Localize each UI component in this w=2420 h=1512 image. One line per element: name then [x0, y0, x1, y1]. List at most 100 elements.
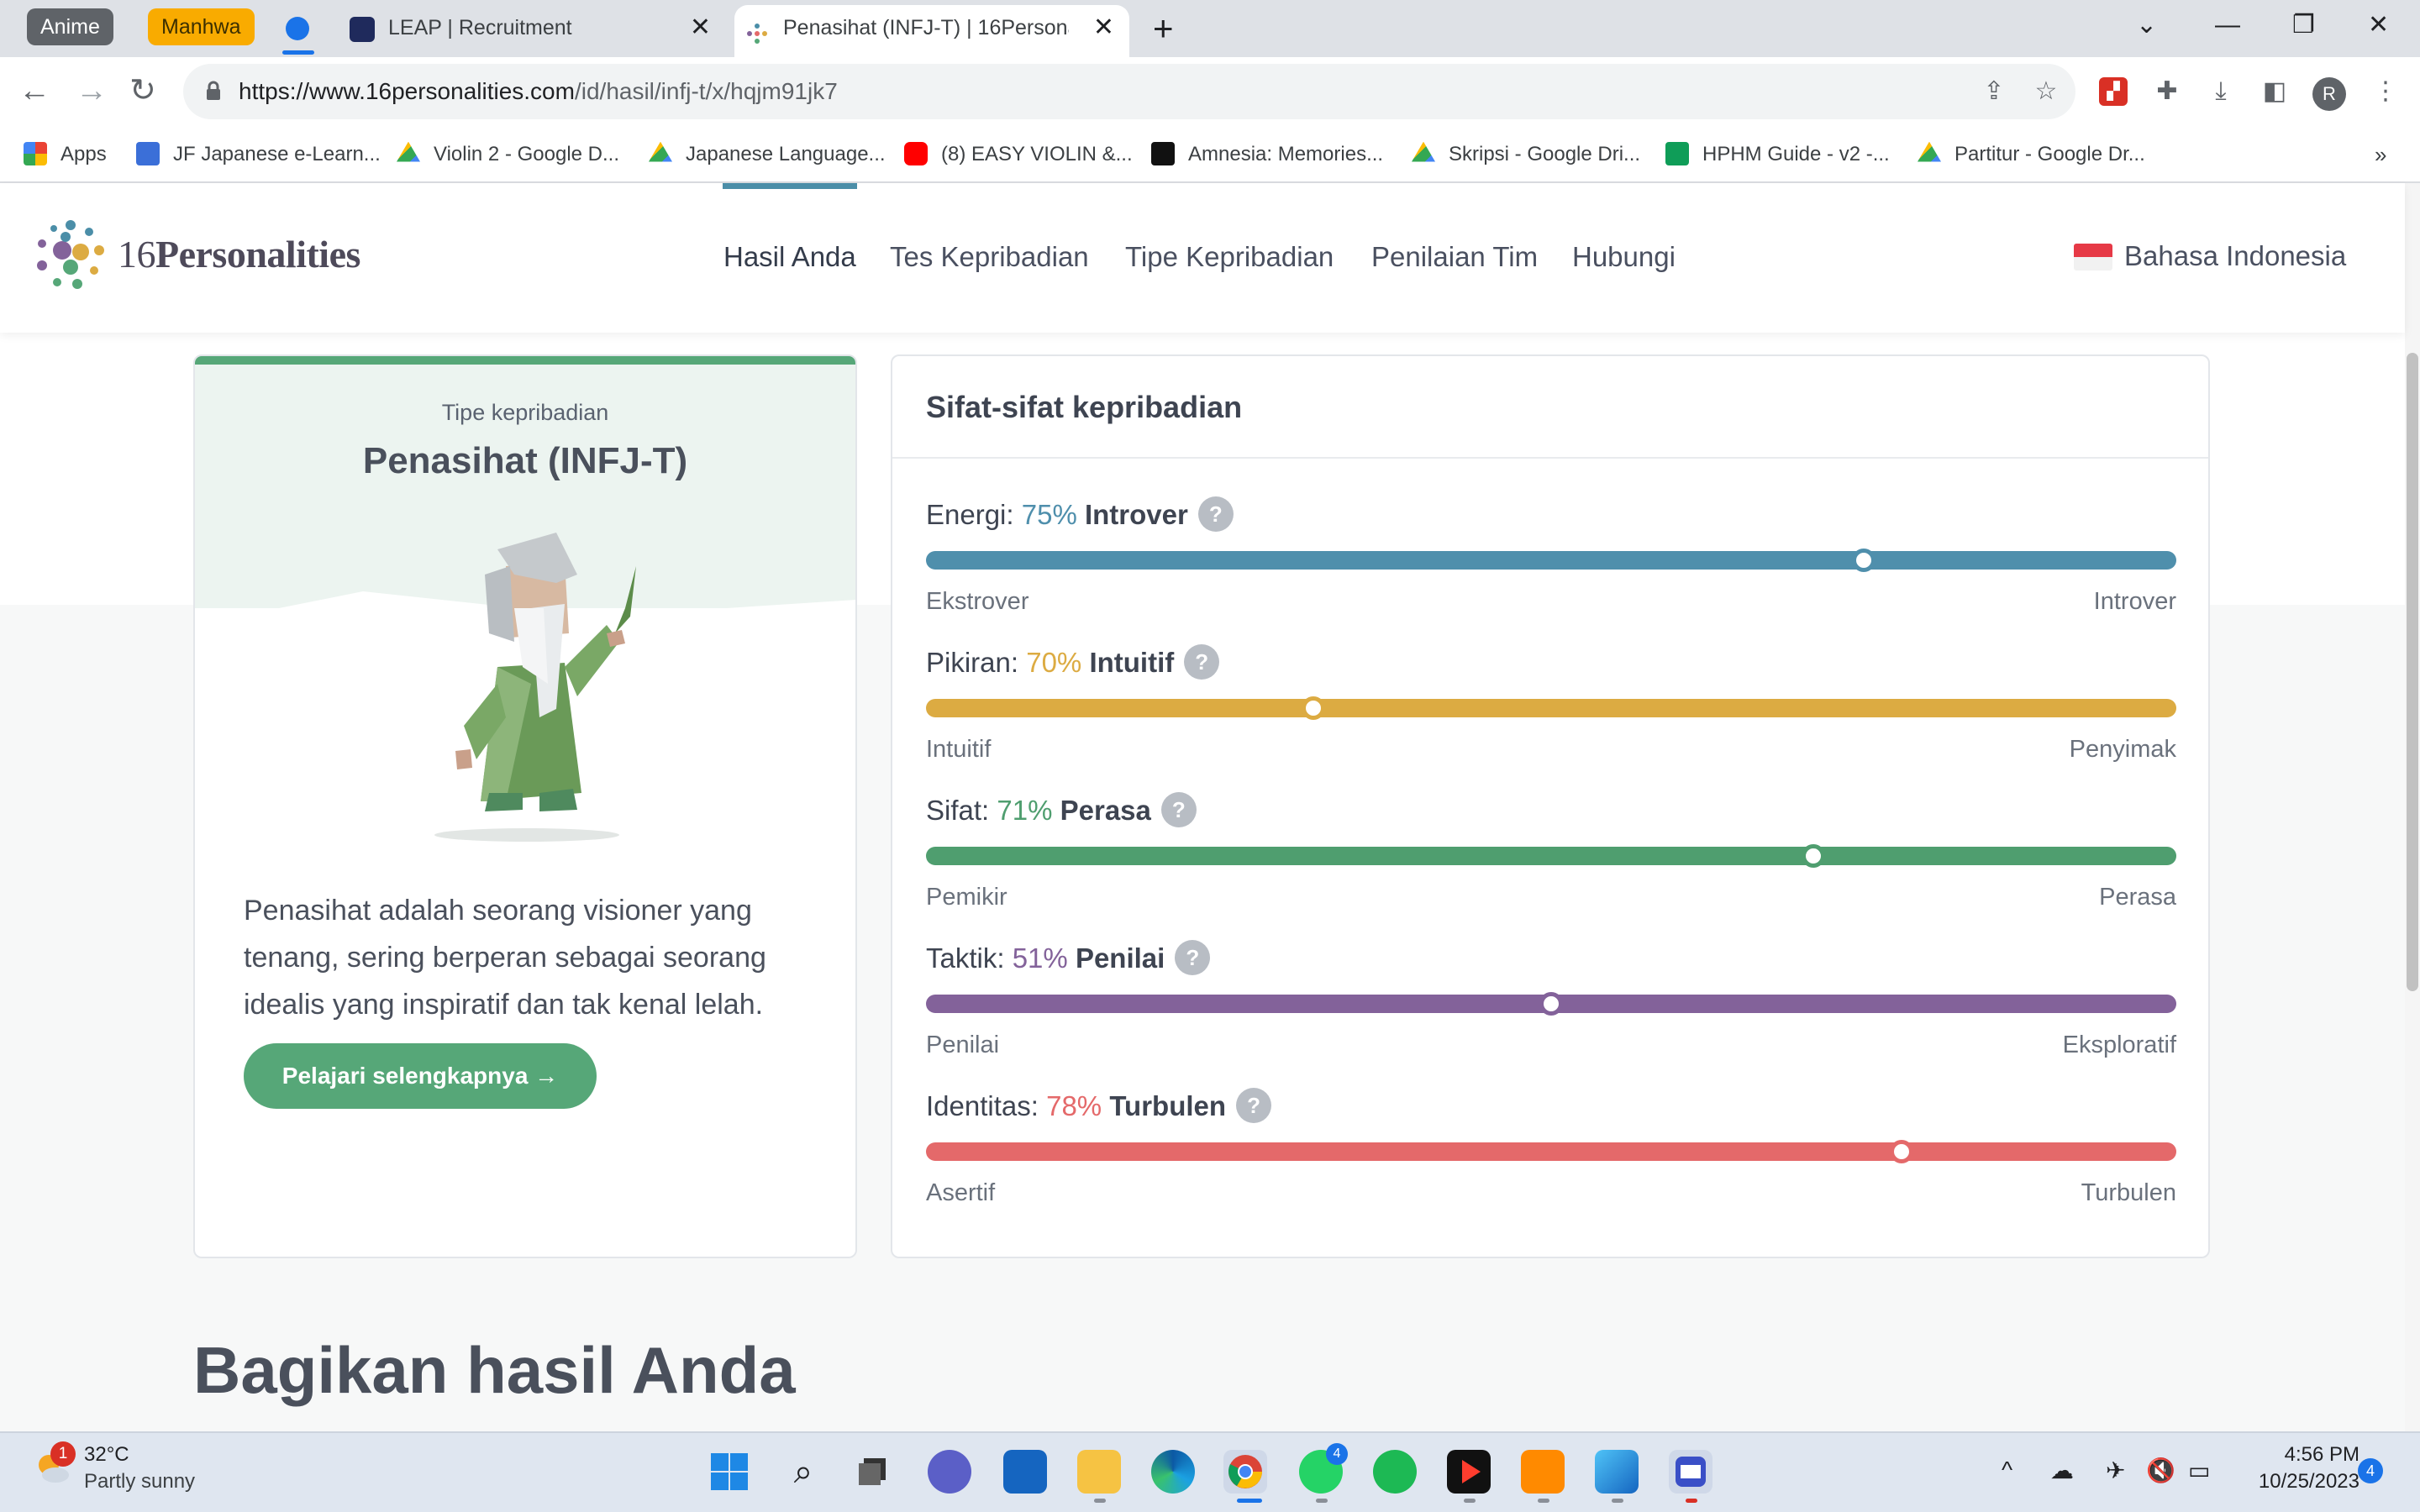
volume-muted-icon[interactable]: 🔇	[2146, 1457, 2175, 1484]
url-text[interactable]: https://www.16personalities.com/id/hasil…	[239, 76, 838, 108]
minimize-icon[interactable]: —	[2215, 7, 2240, 44]
task-view-icon[interactable]	[852, 1450, 896, 1494]
taskbar-running-indicator	[1316, 1499, 1328, 1503]
help-icon[interactable]: ?	[1184, 644, 1220, 680]
window-close-icon[interactable]: ✕	[2368, 7, 2389, 44]
chrome-taskbar-button[interactable]	[1223, 1450, 1267, 1494]
trait-left-pole: Pemikir	[926, 884, 1007, 911]
bookmark-apps[interactable]: Apps	[24, 138, 107, 171]
traits-title: Sifat-sifat kepribadian	[926, 390, 1243, 424]
battery-icon[interactable]: ▭	[2188, 1457, 2210, 1484]
weather-temp[interactable]: 32°C	[84, 1443, 129, 1467]
help-icon[interactable]: ?	[1197, 496, 1234, 533]
nav-tes-kepribadian[interactable]: Tes Kepribadian	[890, 240, 1089, 274]
bookmark-jf-japanese[interactable]: JF Japanese e-Learn...	[136, 138, 381, 171]
trait-nature: Sifat: 71% Perasa? Pemikir Perasa	[926, 792, 2176, 942]
tab-search-icon[interactable]: ⌄	[2136, 7, 2157, 44]
tab-group-dot[interactable]	[286, 17, 309, 40]
taskbar-running-indicator	[1464, 1499, 1476, 1503]
profile-avatar[interactable]: R	[2312, 77, 2346, 111]
snipping-tool-icon[interactable]	[1669, 1450, 1712, 1494]
type-label: Tipe kepribadian	[441, 400, 609, 425]
microsoft-store-icon[interactable]	[1003, 1450, 1047, 1494]
type-name: Penasihat (INFJ-T)	[362, 440, 688, 481]
site-logo-text[interactable]: 16Personalities	[118, 232, 360, 276]
trait-right-pole: Introver	[2093, 588, 2176, 615]
bookmark-japanese-language[interactable]: Japanese Language...	[649, 138, 886, 171]
indonesia-flag-icon[interactable]	[2074, 244, 2112, 270]
tab-16personalities[interactable]: Penasihat (INFJ-T) | 16Personalities ✕	[734, 5, 1129, 57]
tab-close-icon[interactable]: ✕	[1093, 5, 1114, 50]
taskbar-active-indicator	[1237, 1499, 1262, 1503]
photos-icon[interactable]	[1595, 1450, 1639, 1494]
nav-hasil-anda[interactable]: Hasil Anda	[723, 240, 856, 274]
weather-desc[interactable]: Partly sunny	[84, 1470, 195, 1494]
back-icon[interactable]: ←	[18, 72, 50, 109]
leap-favicon-icon	[350, 17, 375, 42]
trait-label: Sifat: 71% Perasa?	[926, 792, 1197, 830]
trait-percent: 71%	[997, 795, 1053, 826]
nav-penilaian-tim[interactable]: Penilaian Tim	[1371, 240, 1538, 274]
reload-icon[interactable]: ↻	[129, 72, 156, 109]
new-tab-button[interactable]: +	[1153, 10, 1174, 47]
trait-bar	[926, 1142, 2176, 1161]
trait-mind: Pikiran: 70% Intuitif? Intuitif Penyimak	[926, 644, 2176, 795]
edge-icon[interactable]	[1151, 1450, 1195, 1494]
notifications-badge[interactable]: 4	[2358, 1458, 2383, 1483]
trait-slider-knob[interactable]	[1539, 992, 1563, 1016]
help-icon[interactable]: ?	[1175, 940, 1211, 976]
lock-icon[interactable]	[205, 81, 222, 101]
trait-slider-knob[interactable]	[1852, 549, 1876, 572]
tab-leap-recruitment[interactable]: LEAP | Recruitment ✕	[339, 5, 726, 57]
extension-red-icon[interactable]: ▞	[2099, 77, 2128, 106]
learn-more-button[interactable]: Pelajari selengkapnya →	[244, 1043, 597, 1109]
trait-right-pole: Eksploratif	[2062, 1032, 2176, 1058]
help-icon[interactable]: ?	[1160, 792, 1197, 828]
personality-type-card: Tipe kepribadian Penasihat (INFJ-T) Pena…	[193, 354, 857, 1258]
16p-favicon-icon	[744, 17, 770, 44]
show-hidden-icons[interactable]: ^	[2002, 1457, 2012, 1483]
trait-slider-knob[interactable]	[1889, 1140, 1913, 1163]
network-icon[interactable]: ✈	[2106, 1457, 2125, 1484]
trait-label: Energi: 75% Introver?	[926, 496, 1234, 534]
share-icon[interactable]: ⇪	[1980, 77, 2008, 106]
tab-group-anime[interactable]: Anime	[27, 8, 113, 45]
16p-logo-icon[interactable]	[32, 217, 109, 294]
scrollbar-thumb[interactable]	[2407, 353, 2418, 991]
clock-time[interactable]: 4:56 PM	[2275, 1443, 2360, 1467]
pdf-app-icon[interactable]	[1521, 1450, 1565, 1494]
menu-kebab-icon[interactable]: ⋮	[2371, 77, 2400, 106]
help-icon[interactable]: ?	[1236, 1088, 1272, 1124]
tab-group-manhwa[interactable]: Manhwa	[148, 8, 255, 45]
search-icon[interactable]: ⌕	[781, 1450, 825, 1494]
tab-close-icon[interactable]: ✕	[690, 5, 711, 50]
side-panel-icon[interactable]: ◧	[2260, 77, 2289, 106]
extensions-puzzle-icon[interactable]: ✚	[2153, 77, 2181, 106]
nav-hubungi[interactable]: Hubungi	[1572, 240, 1676, 274]
trait-left-pole: Penilai	[926, 1032, 1000, 1058]
windows-start-icon[interactable]	[708, 1450, 751, 1494]
trait-left-pole: Asertif	[926, 1179, 996, 1206]
bookmark-violin2[interactable]: Violin 2 - Google D...	[397, 138, 619, 171]
teams-chat-icon[interactable]	[928, 1450, 971, 1494]
spotify-icon[interactable]	[1373, 1450, 1417, 1494]
onedrive-cloud-icon[interactable]: ☁	[2050, 1457, 2074, 1484]
bookmark-hphm-guide[interactable]: HPHM Guide - v2 -...	[1665, 138, 1890, 171]
bookmark-skripsi[interactable]: Skripsi - Google Dri...	[1412, 138, 1640, 171]
bookmark-easy-violin[interactable]: (8) EASY VIOLIN &...	[904, 138, 1133, 171]
bookmark-partitur[interactable]: Partitur - Google Dr...	[1918, 138, 2145, 171]
media-player-icon[interactable]	[1447, 1450, 1491, 1494]
sheets-icon	[1665, 141, 1689, 165]
trait-category: Energi:	[926, 499, 1014, 530]
language-selector[interactable]: Bahasa Indonesia	[2124, 240, 2346, 272]
bookmarks-overflow-button[interactable]: »	[2375, 138, 2386, 171]
forward-icon[interactable]: →	[76, 72, 108, 109]
file-explorer-icon[interactable]	[1077, 1450, 1121, 1494]
bookmark-amnesia[interactable]: Amnesia: Memories...	[1151, 138, 1383, 171]
download-icon[interactable]: ⤓	[2207, 77, 2235, 106]
bookmark-star-icon[interactable]: ☆	[2032, 77, 2060, 106]
restore-icon[interactable]: ❐	[2292, 7, 2315, 44]
trait-percent: 75%	[1021, 499, 1077, 530]
clock-date[interactable]: 10/25/2023	[2235, 1470, 2360, 1494]
nav-tipe-kepribadian[interactable]: Tipe Kepribadian	[1125, 240, 1334, 274]
